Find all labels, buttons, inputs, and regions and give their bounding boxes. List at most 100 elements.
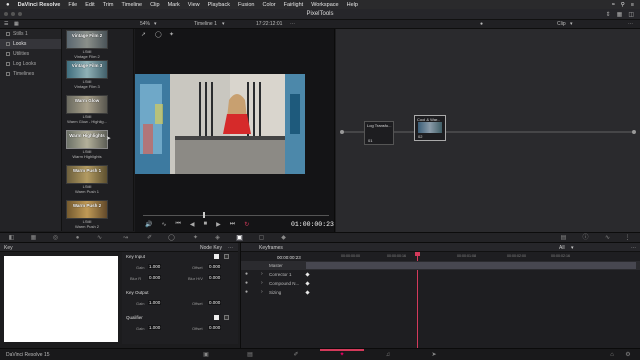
home-icon[interactable]: ⌂ (608, 352, 616, 358)
fusion-page-icon[interactable]: ✐ (292, 352, 300, 358)
timeline-dropdown-icon[interactable]: ▾ (222, 21, 225, 27)
qualifier-invert-icon[interactable] (224, 315, 229, 320)
still-warm-push-2[interactable]: Warm Push 2 LStill Warm Push 2 (66, 200, 108, 229)
scrubber-track[interactable] (143, 215, 329, 216)
layout-icon[interactable]: ◫ (628, 11, 634, 18)
curves-icon[interactable]: ↝ (122, 235, 129, 241)
input-port[interactable] (340, 130, 344, 134)
key-input-offset-field[interactable]: 0.000 (208, 264, 222, 269)
menu-workspace[interactable]: Workspace (311, 2, 338, 8)
clip-label[interactable]: Clip (557, 21, 566, 27)
key-output-offset-field[interactable]: 0.000 (208, 300, 222, 305)
grid-icon[interactable]: ▦ (617, 11, 623, 18)
menu-edit[interactable]: Edit (85, 2, 94, 8)
zoom-dropdown-icon[interactable]: ▾ (154, 21, 157, 27)
still-vintage-film-3[interactable]: Vintage Film 3 LStill Vintage Film 3 (66, 60, 108, 89)
waveform-icon[interactable]: ∿ (604, 235, 611, 241)
clip-dropdown-icon[interactable]: ▾ (570, 21, 573, 27)
key-input-white-icon[interactable] (214, 254, 219, 259)
keyframe-marker[interactable] (305, 281, 310, 286)
wifi-icon[interactable]: ≈ (612, 2, 615, 8)
node-log-transform[interactable]: Log Transfo... 01 (364, 121, 394, 145)
grid-view-icon[interactable]: ▦ (14, 21, 19, 27)
volume-icon[interactable]: 🔊 (145, 221, 152, 228)
menu-fairlight[interactable]: Fairlight (284, 2, 304, 8)
visibility-icon[interactable]: ● (245, 280, 248, 286)
keyframe-marker[interactable] (305, 290, 310, 295)
expand-arrow-icon[interactable]: › (261, 271, 263, 277)
key-input-blur-hv-field[interactable]: 0.000 (208, 275, 222, 280)
deliver-page-icon[interactable]: ➤ (430, 352, 438, 358)
play-reverse-icon[interactable]: ◀ (190, 221, 195, 228)
keyframe-row-compound[interactable]: ● › Compound N... (241, 279, 640, 288)
window-icon[interactable]: ◯ (168, 235, 175, 241)
key-input-gain-field[interactable]: 1.000 (148, 264, 162, 269)
menu-mark[interactable]: Mark (168, 2, 180, 8)
album-looks[interactable]: Looks (0, 39, 61, 49)
menu-fusion[interactable]: Fusion (238, 2, 255, 8)
qualifier-gain-field[interactable]: 1.000 (148, 325, 162, 330)
expand-icon[interactable]: ⋮ (624, 235, 631, 241)
menu-app-name[interactable]: DaVinci Resolve (18, 2, 61, 8)
scopes-icon[interactable]: ▤ (560, 235, 567, 241)
key-input-invert-icon[interactable] (224, 254, 229, 259)
key-input-blur-r-field[interactable]: 0.000 (148, 275, 162, 280)
blur-icon[interactable]: ◈ (214, 235, 221, 241)
visibility-icon[interactable]: ● (245, 289, 248, 295)
tracker-icon[interactable]: ✦ (192, 235, 199, 241)
node-editor[interactable]: Log Transfo... 01 Cool & War... 02 (336, 29, 640, 232)
search-icon[interactable]: ⚲ (621, 2, 625, 8)
node-options-icon[interactable]: ⋯ (628, 21, 633, 27)
settings-icon[interactable]: ⚙ (624, 352, 632, 358)
qualifier-white-icon[interactable] (214, 315, 219, 320)
scrubber-playhead[interactable] (203, 212, 205, 218)
panel-toggle-icon[interactable]: ☰ (4, 21, 8, 27)
keyframe-row-sizing[interactable]: ● › Sizing (241, 288, 640, 297)
loop-icon[interactable]: ↻ (244, 221, 249, 228)
keyframe-marker[interactable] (305, 272, 310, 277)
menu-clip[interactable]: Clip (150, 2, 159, 8)
sizing-icon[interactable]: ▢ (258, 235, 265, 241)
menu-file[interactable]: File (68, 2, 77, 8)
color-page-icon[interactable]: ✦ (338, 352, 346, 358)
timeline-selector[interactable]: Timeline 1 (194, 21, 217, 27)
menu-timeline[interactable]: Timeline (121, 2, 142, 8)
output-port[interactable] (632, 130, 636, 134)
skip-forward-icon[interactable]: ⏭ (230, 221, 235, 228)
rgb-mixer-icon[interactable]: ● (74, 235, 81, 241)
viewer-options-icon[interactable]: ⋯ (290, 21, 295, 27)
still-warm-glow[interactable]: Warm Glow LStill Warm Glow - Highlig... (66, 95, 108, 124)
pointer-tool-icon[interactable]: ➚ (141, 31, 146, 38)
skip-back-icon[interactable]: ⏮ (176, 221, 181, 228)
keyframe-playhead-handle[interactable] (415, 252, 420, 256)
media-page-icon[interactable]: ▣ (202, 352, 210, 358)
transform-tool-icon[interactable]: ◯ (155, 31, 162, 38)
audio-wave-icon[interactable]: ∿ (161, 221, 166, 228)
album-utilities[interactable]: Utilities (0, 49, 61, 59)
menu-list-icon[interactable]: ≡ (631, 2, 634, 8)
sliders-icon[interactable]: ⇕ (606, 11, 611, 18)
apple-icon[interactable]: ● (6, 2, 10, 8)
menu-help[interactable]: Help (347, 2, 358, 8)
stop-icon[interactable]: ■ (204, 221, 208, 228)
color-match-icon[interactable]: ▦ (30, 235, 37, 241)
node-dot-icon[interactable]: ● (480, 21, 483, 27)
still-warm-highlights[interactable]: Warm Highlights LStill Warm Highlights (66, 130, 108, 159)
keyframe-row-master[interactable]: Master (241, 261, 640, 270)
expand-arrow-icon[interactable]: › (261, 289, 263, 295)
key-options-icon[interactable]: ⋯ (228, 245, 233, 251)
menu-trim[interactable]: Trim (103, 2, 114, 8)
qualifier-icon[interactable]: ✐ (146, 235, 153, 241)
camera-raw-icon[interactable]: ◧ (8, 235, 15, 241)
key-icon[interactable]: ▣ (236, 235, 243, 241)
keyframes-options-icon[interactable]: ⋯ (631, 245, 636, 251)
qualifier-offset-field[interactable]: 0.000 (208, 325, 222, 330)
edit-page-icon[interactable]: ▤ (246, 352, 254, 358)
album-timelines[interactable]: Timelines (0, 69, 61, 79)
menu-playback[interactable]: Playback (208, 2, 230, 8)
menu-view[interactable]: View (188, 2, 200, 8)
node-cool-warm[interactable]: Cool & War... 02 (414, 115, 446, 141)
still-vintage-film-2[interactable]: Vintage Film 2 LStill Vintage Film 2 (66, 30, 108, 59)
3d-icon[interactable]: ◆ (280, 235, 287, 241)
keyframe-row-corrector[interactable]: ● › Corrector 1 (241, 270, 640, 279)
